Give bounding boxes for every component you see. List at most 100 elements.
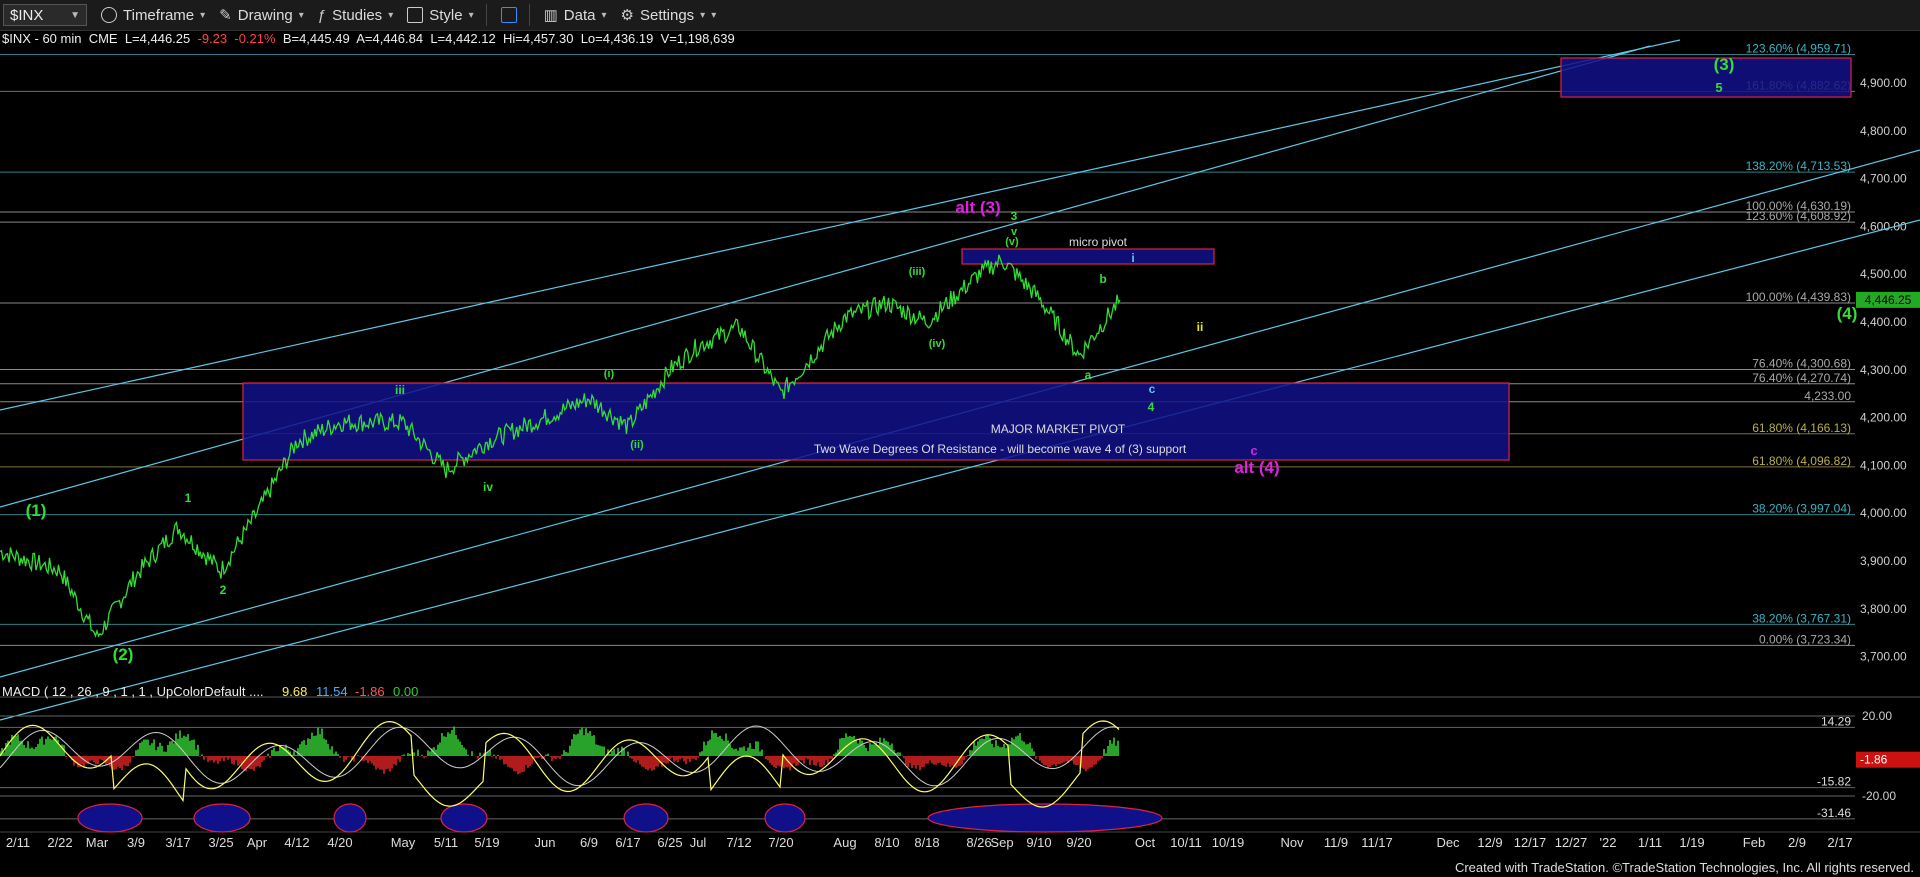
y-tick-label: 4,400.00 (1860, 315, 1907, 329)
wave-label: iii (395, 383, 405, 397)
x-tick-label: 1/11 (1638, 835, 1662, 850)
fib-level-label: 100.00% (4,439.83) (1746, 290, 1851, 304)
y-tick-label: 4,500.00 (1860, 267, 1907, 281)
x-tick-label: Aug (833, 835, 856, 850)
y-tick-label: 4,300.00 (1860, 363, 1907, 377)
x-tick-label: 8/10 (874, 835, 899, 850)
x-tick-label: 12/17 (1514, 835, 1547, 850)
y-tick-label: 4,200.00 (1860, 411, 1907, 425)
x-tick-label: May (391, 835, 416, 850)
macd-title: MACD ( 12 , 26 , 9 , 1 , 1 , UpColorDefa… (2, 684, 264, 699)
macd-value: 0.00 (393, 684, 418, 699)
x-tick-label: 7/20 (768, 835, 793, 850)
wave-label: alt (4) (1234, 458, 1279, 477)
macd-level-label: 14.29 (1821, 714, 1851, 728)
x-tick-label: 2/9 (1788, 835, 1806, 850)
x-tick-label: Sep (990, 835, 1013, 850)
y-tick-label: 3,900.00 (1860, 554, 1907, 568)
x-tick-label: 12/27 (1555, 835, 1588, 850)
x-tick-label: 6/25 (657, 835, 682, 850)
fib-level-label: 61.80% (4,166.13) (1752, 421, 1851, 435)
x-tick-label: 11/17 (1361, 835, 1393, 850)
wave-label: a (1085, 368, 1092, 382)
pivot-zone (1560, 57, 1852, 98)
wave-label: 3 (1011, 209, 1018, 223)
x-tick-label: 10/19 (1212, 835, 1245, 850)
x-tick-label: 10/11 (1170, 835, 1202, 850)
fib-level-label: 61.80% (4,096.82) (1752, 454, 1851, 468)
x-tick-label: 2/11 (6, 835, 30, 850)
x-tick-label: 12/9 (1477, 835, 1502, 850)
wave-label: b (1099, 272, 1106, 286)
macd-last-label: -1.86 (1860, 753, 1888, 767)
fib-level-label: 38.20% (3,767.31) (1752, 611, 1851, 625)
channel-line (0, 39, 1681, 411)
x-tick-label: Dec (1436, 835, 1460, 850)
x-tick-label: '22 (1600, 835, 1617, 850)
wave-label: 5 (1715, 80, 1722, 95)
x-tick-label: 1/19 (1679, 835, 1704, 850)
fib-level-label: 38.20% (3,997.04) (1752, 502, 1851, 516)
macd-value: -1.86 (355, 684, 385, 699)
fib-level-label: 123.60% (4,959.71) (1746, 41, 1851, 55)
fib-level-label: 76.40% (4,300.68) (1752, 356, 1851, 370)
wave-label: 4 (1148, 400, 1155, 414)
x-tick-label: 11/9 (1324, 835, 1348, 850)
x-tick-label: 3/9 (127, 835, 145, 850)
wave-label: v (1011, 226, 1018, 238)
footer-credit: Created with TradeStation. ©TradeStation… (1454, 860, 1914, 875)
fib-level-label: 138.20% (4,713.53) (1746, 159, 1851, 173)
x-tick-label: Apr (247, 835, 268, 850)
wave-label: 2 (220, 583, 227, 597)
zone-title: MAJOR MARKET PIVOT (991, 422, 1126, 436)
wave-label: (4) (1837, 304, 1858, 323)
x-tick-label: Feb (1743, 835, 1765, 850)
oversold-oval (193, 803, 251, 833)
x-tick-label: Nov (1280, 835, 1304, 850)
zone-title: micro pivot (1069, 235, 1128, 249)
wave-label: alt (3) (955, 198, 1000, 217)
x-tick-label: Jul (690, 835, 707, 850)
x-tick-label: 3/25 (208, 835, 233, 850)
y-tick-label: 4,800.00 (1860, 124, 1907, 138)
y-tick-label: 4,700.00 (1860, 172, 1907, 186)
y-tick-label: 4,000.00 (1860, 506, 1907, 520)
oversold-oval (333, 803, 367, 833)
last-price-label: 4,446.25 (1865, 293, 1912, 307)
macd-level-label: -15.82 (1817, 775, 1851, 789)
wave-label: (iii) (909, 266, 926, 278)
macd-value: 9.68 (282, 684, 307, 699)
wave-label: c (1250, 443, 1257, 458)
oversold-oval (440, 803, 488, 833)
x-tick-label: Mar (86, 835, 109, 850)
fib-level-label: 76.40% (4,270.74) (1752, 371, 1851, 385)
x-tick-label: 5/11 (434, 835, 458, 850)
x-tick-label: 5/19 (474, 835, 499, 850)
wave-label: c (1149, 382, 1156, 396)
x-tick-label: 2/22 (47, 835, 72, 850)
x-tick-label: 3/17 (165, 835, 190, 850)
wave-label: (3) (1714, 55, 1735, 74)
wave-label: ii (1197, 320, 1204, 334)
x-tick-label: 2/17 (1827, 835, 1852, 850)
y-tick-label: 4,900.00 (1860, 76, 1907, 90)
oversold-oval (77, 803, 143, 833)
wave-label: (iv) (929, 338, 946, 350)
oversold-oval (764, 803, 806, 833)
x-tick-label: Jun (535, 835, 556, 850)
wave-label: 1 (185, 491, 192, 505)
y-tick-label: 3,800.00 (1860, 602, 1907, 616)
fib-level-label: 4,233.00 (1804, 389, 1851, 403)
fib-level-label: 0.00% (3,723.34) (1759, 632, 1851, 646)
wave-label: (i) (604, 368, 615, 380)
wave-label: (2) (113, 645, 134, 664)
wave-label: iv (483, 480, 493, 494)
macd-y-tick: 20.00 (1862, 709, 1892, 723)
macd-y-tick: -20.00 (1862, 789, 1896, 803)
macd-line (0, 720, 1120, 808)
x-tick-label: 6/17 (615, 835, 640, 850)
x-tick-label: 9/20 (1066, 835, 1091, 850)
price-chart[interactable]: 123.60% (4,959.71)161.80% (4,882.62)138.… (0, 0, 1920, 877)
wave-label: i (1131, 251, 1134, 265)
zone-subtitle: Two Wave Degrees Of Resistance - will be… (814, 442, 1187, 456)
